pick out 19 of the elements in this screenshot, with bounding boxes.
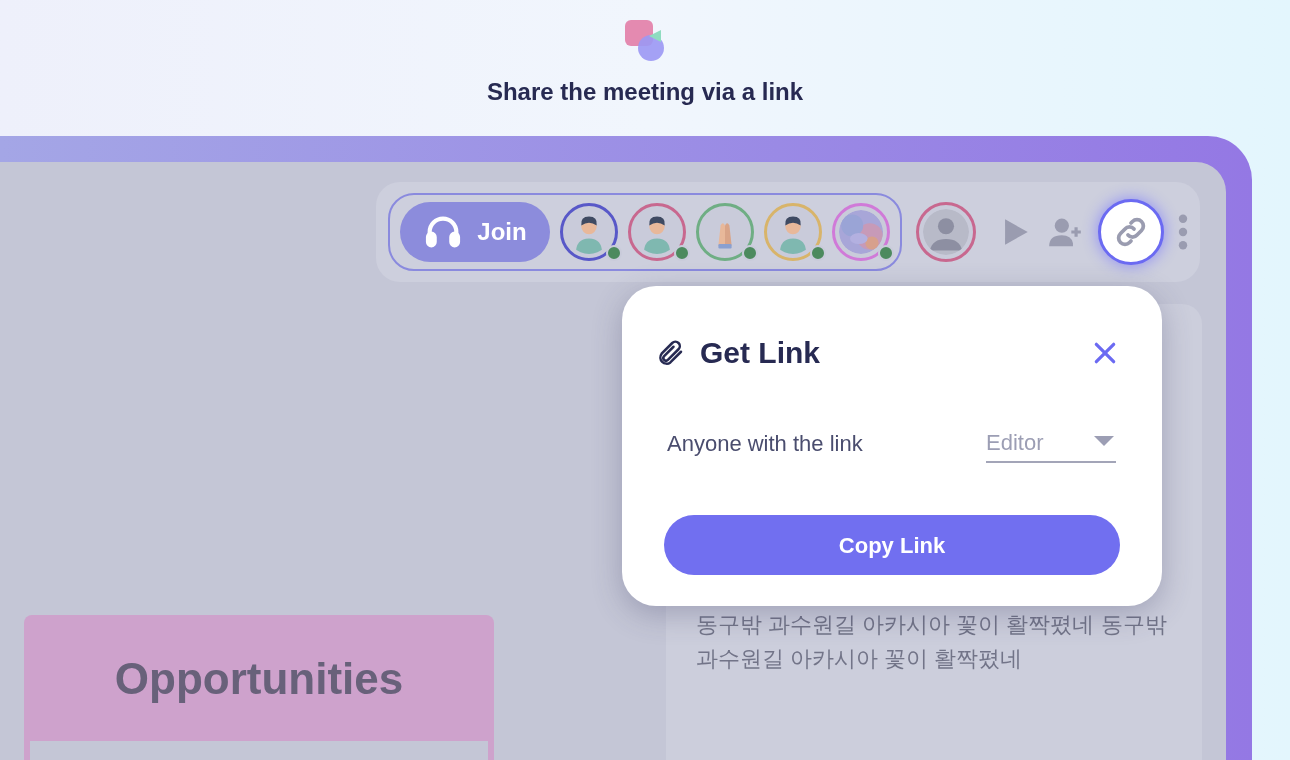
join-button[interactable]: Join [400, 202, 550, 262]
chat-bubbles-logo [623, 18, 667, 62]
page-title: Share the meeting via a link [486, 77, 804, 107]
card-title: Opportunities [114, 657, 404, 701]
access-label: Anyone with the link [667, 429, 863, 458]
avatar[interactable] [764, 203, 822, 261]
copy-link-button[interactable]: Copy Link [664, 515, 1120, 575]
more-icon[interactable] [1178, 214, 1188, 250]
role-dropdown[interactable]: Editor [986, 423, 1116, 463]
notes-text: 동구밖 과수원길 아카시아 꽃이 활짝폈네 동구밖 과수원길 아카시아 꽃이 활짝폈네 [696, 611, 1168, 673]
user-silhouette-icon [923, 209, 969, 255]
avatar[interactable] [628, 203, 686, 261]
my-avatar[interactable] [916, 202, 976, 262]
popup-title: Get Link [700, 335, 820, 371]
avatar[interactable] [696, 203, 754, 261]
avatar[interactable] [560, 203, 618, 261]
avatar[interactable] [832, 203, 890, 261]
link-button[interactable] [1098, 199, 1164, 265]
caret-icon [1094, 436, 1114, 448]
